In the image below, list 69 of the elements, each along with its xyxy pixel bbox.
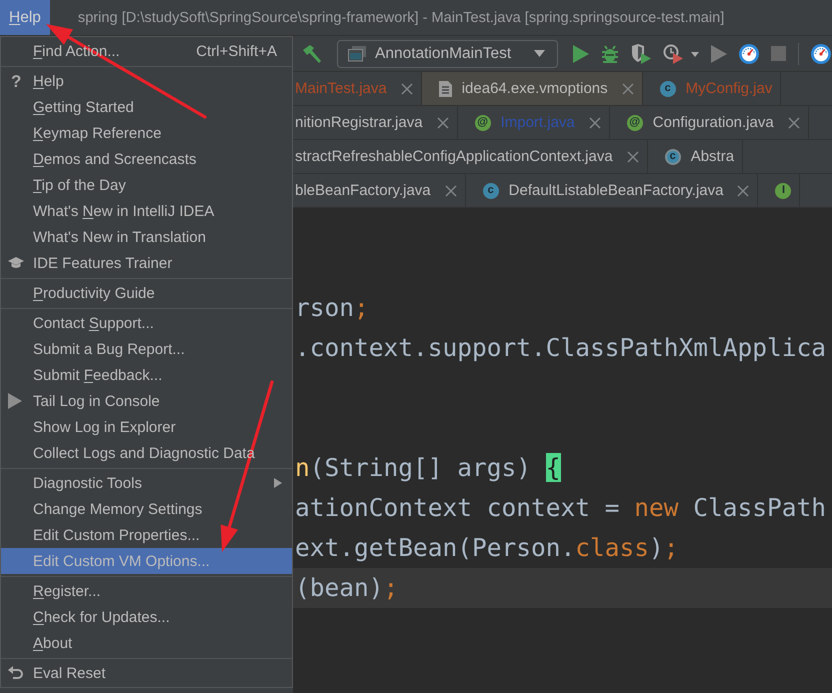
editor-tab[interactable]: idea64.exe.vmoptions: [422, 72, 643, 105]
menu-item[interactable]: Tail Log in Console: [1, 388, 292, 414]
class-icon: c: [482, 182, 499, 198]
code-line: rson;: [294, 292, 370, 324]
annotation-icon: @: [626, 114, 643, 130]
editor-tab[interactable]: @ Import.java: [458, 106, 610, 139]
graduation-cap-icon: [8, 257, 24, 269]
editor-tab[interactable]: @ Configuration.java: [610, 106, 809, 139]
editor-tab[interactable]: bleBeanFactory.java: [293, 174, 466, 207]
menu-item[interactable]: Eval Reset: [1, 660, 292, 686]
menu-item[interactable]: Edit Custom Properties...: [1, 522, 292, 548]
close-icon[interactable]: [588, 116, 601, 128]
code-line: ationContext context = new ClassPath: [294, 492, 828, 524]
class-icon: c: [660, 80, 676, 96]
editor-tab[interactable]: c Abstra: [648, 140, 744, 173]
menu-item[interactable]: Demos and Screencasts: [1, 146, 292, 172]
editor-tab[interactable]: I: [758, 174, 800, 207]
file-icon: [438, 80, 452, 96]
menu-item[interactable]: IDE Features Trainer: [1, 250, 292, 276]
clock-run-icon[interactable]: [663, 44, 700, 64]
menu-item[interactable]: Change Memory Settings: [1, 496, 292, 522]
menu-item[interactable]: Diagnostic Tools: [1, 470, 292, 496]
triangle-icon: [8, 393, 22, 409]
shield-run-icon[interactable]: [631, 44, 652, 64]
menu-item[interactable]: ? Help: [1, 68, 292, 94]
question-mark-icon: ?: [8, 72, 22, 90]
run-configuration-dropdown[interactable]: AnnotationMainTest: [337, 40, 558, 68]
gauge-icon[interactable]: [811, 44, 832, 64]
code-line: n(String[] args) {: [294, 452, 562, 484]
menu-item[interactable]: What's New in Translation: [1, 224, 292, 250]
gauge-icon[interactable]: [739, 44, 760, 64]
hammer-icon[interactable]: [302, 44, 322, 64]
menu-item[interactable]: Register...: [1, 578, 292, 604]
menu-item[interactable]: Tip of the Day: [1, 172, 292, 198]
editor-tab[interactable]: c DefaultListableBeanFactory.java: [466, 174, 758, 207]
menu-item[interactable]: Check for Updates...: [1, 604, 292, 630]
undo-arrow-icon: [8, 665, 24, 681]
code-line: .context.support.ClassPathXmlApplica: [294, 332, 828, 364]
menu-item[interactable]: Submit Feedback...: [1, 362, 292, 388]
menu-item[interactable]: About: [1, 630, 292, 656]
menu-item[interactable]: Keymap Reference: [1, 120, 292, 146]
code-line: ext.getBean(Person.class);: [294, 532, 680, 564]
close-icon[interactable]: [436, 116, 449, 128]
shortcut-label: Ctrl+Shift+A: [196, 42, 278, 60]
menu-item[interactable]: What's New in IntelliJ IDEA: [1, 198, 292, 224]
run-icon[interactable]: [573, 44, 590, 62]
close-icon[interactable]: [737, 184, 750, 196]
help-menu[interactable]: Help: [0, 0, 50, 35]
window-icon: [348, 46, 366, 62]
menu-item[interactable]: Submit a Bug Report...: [1, 336, 292, 362]
close-icon[interactable]: [444, 184, 457, 196]
annotation-icon: @: [474, 114, 491, 130]
menu-item[interactable]: Show Log in Explorer: [1, 414, 292, 440]
close-icon[interactable]: [400, 82, 413, 94]
close-icon[interactable]: [622, 82, 634, 94]
window-title: spring [D:\studySoft\SpringSource\spring-framework] - MainTest.java [spring.springsource-test.main]: [78, 10, 724, 26]
menu-item[interactable]: Getting Started: [1, 94, 292, 120]
caret-icon: [534, 50, 546, 57]
abstract-class-icon: c: [664, 148, 681, 164]
close-icon[interactable]: [626, 150, 639, 162]
interface-icon: I: [775, 182, 792, 198]
editor-tab[interactable]: c MyConfig.jav: [642, 72, 782, 105]
submenu-arrow-icon: [274, 478, 282, 488]
close-icon[interactable]: [788, 116, 800, 128]
menu-item[interactable]: Productivity Guide: [1, 280, 292, 306]
menu-item[interactable]: Contact Support...: [1, 310, 292, 336]
editor-tab[interactable]: stractRefreshableConfigApplicationContext.java: [293, 140, 648, 173]
bug-icon[interactable]: [601, 44, 620, 62]
editor-tab[interactable]: nitionRegistrar.java: [293, 106, 458, 139]
